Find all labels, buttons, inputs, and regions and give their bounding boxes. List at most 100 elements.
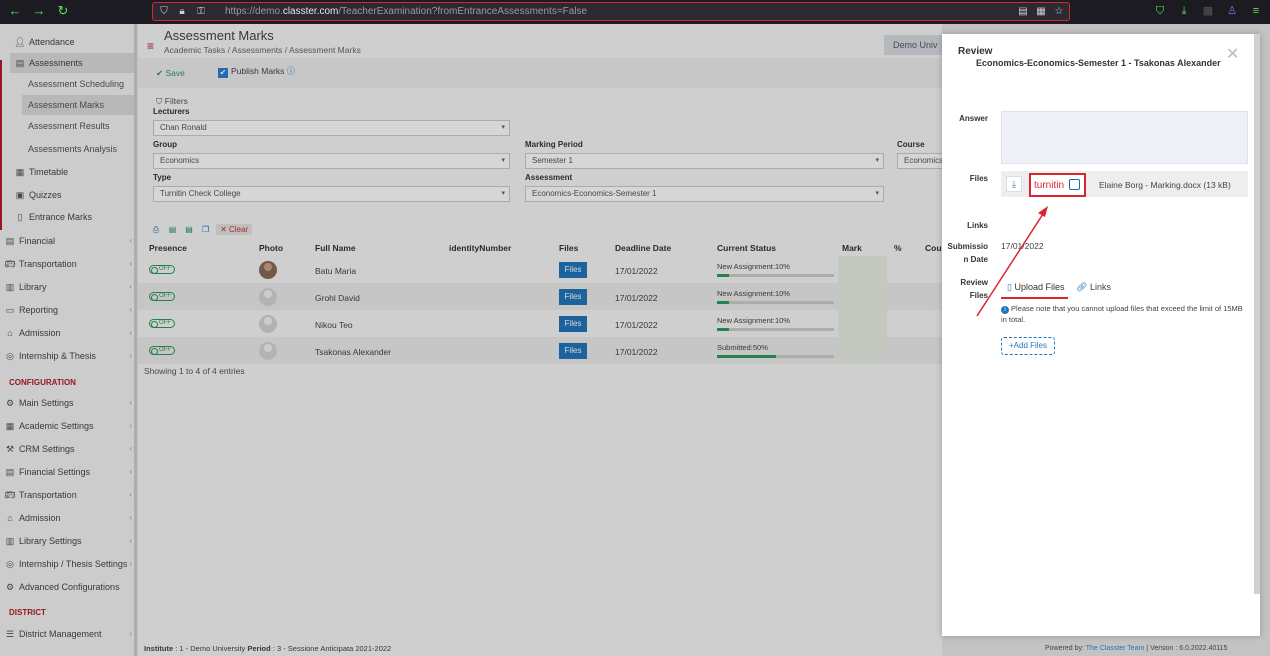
back-icon[interactable]: ←: [8, 4, 22, 18]
qr-code-icon[interactable]: ▦: [1035, 5, 1047, 18]
sidebar-item-admission[interactable]: ⌂ Admission ‹: [4, 323, 134, 343]
column-header-files[interactable]: Files: [559, 243, 578, 253]
pocket-icon[interactable]: ⛉: [1153, 4, 1167, 18]
chevron-left-icon: ‹: [129, 398, 132, 407]
add-files-button[interactable]: +Add Files: [1001, 337, 1055, 355]
internship-icon: ◎: [6, 559, 14, 569]
files-button[interactable]: Files: [559, 316, 587, 332]
files-button[interactable]: Files: [559, 289, 587, 305]
download-icon[interactable]: ⤓: [1006, 176, 1022, 192]
group-select[interactable]: Economics ▾: [153, 153, 510, 169]
presence-toggle[interactable]: OFF: [149, 265, 175, 274]
course-select[interactable]: Economics: [897, 153, 943, 169]
hamburger-menu-icon[interactable]: ≡: [147, 39, 154, 53]
tab-links-label: Links: [1089, 282, 1111, 292]
chevron-left-icon: ‹: [129, 236, 132, 245]
marking-period-select[interactable]: Semester 1 ▾: [525, 153, 884, 169]
sidebar-item-timetable[interactable]: ▦ Timetable: [14, 162, 134, 182]
sidebar-item-assessment-marks[interactable]: Assessment Marks: [22, 95, 134, 115]
sidebar-item-financial[interactable]: ▤ Financial ‹: [4, 231, 134, 251]
checkbox-checked-icon[interactable]: ✔: [218, 68, 228, 78]
sidebar-item-reporting[interactable]: ▭ Reporting ‹: [4, 300, 134, 320]
mark-cell[interactable]: [838, 337, 887, 364]
presence-toggle[interactable]: OFF: [149, 292, 175, 301]
files-button[interactable]: Files: [559, 343, 587, 359]
sidebar-item-transportation-settings[interactable]: 🚌︎ Transportation ‹: [4, 485, 134, 505]
column-header-count[interactable]: Cou: [925, 243, 942, 253]
sidebar-item-assessments[interactable]: ▤ Assessments: [10, 53, 134, 73]
table-info: Showing 1 to 4 of 4 entries: [144, 366, 245, 376]
sidebar-item-advanced-configurations[interactable]: ⚙ Advanced Configurations: [4, 577, 134, 597]
type-select[interactable]: Turnitin Check College ▾: [153, 186, 510, 202]
sidebar-item-assessments-analysis[interactable]: Assessments Analysis: [28, 139, 134, 159]
lock-icon[interactable]: 🔒︎: [176, 5, 188, 18]
institution-selector[interactable]: Demo Univ: [884, 35, 942, 55]
sidebar-item-assessment-results[interactable]: Assessment Results: [28, 116, 134, 136]
list-icon: ☰: [5, 629, 15, 639]
column-header-percent[interactable]: %: [894, 243, 902, 253]
csv-icon[interactable]: ▤: [183, 225, 195, 234]
sidebar-item-internship-thesis[interactable]: ◎ Internship & Thesis ‹: [4, 346, 134, 366]
file-name[interactable]: Elaine Borg - Marking.docx (13 kB): [1099, 180, 1231, 190]
column-header-photo[interactable]: Photo: [259, 243, 283, 253]
url-text[interactable]: https://demo.classter.com/TeacherExamina…: [225, 6, 587, 17]
address-bar[interactable]: ⛉ 🔒︎ ⚿ https://demo.classter.com/Teacher…: [152, 2, 1070, 21]
copy-icon[interactable]: ❐: [200, 225, 212, 234]
extensions-icon[interactable]: ▩: [1201, 4, 1215, 18]
turnitin-button[interactable]: turnitin: [1029, 173, 1086, 197]
mark-cell[interactable]: [838, 283, 887, 310]
presence-toggle[interactable]: OFF: [149, 346, 175, 355]
mark-cell[interactable]: [838, 310, 887, 337]
sidebar-item-financial-settings[interactable]: ▤ Financial Settings ‹: [4, 462, 134, 482]
lecturers-select[interactable]: Chan Ronald ▾: [153, 120, 510, 136]
filters-toggle[interactable]: ⛉ Filters: [156, 96, 188, 107]
close-icon[interactable]: ✕: [1226, 44, 1239, 64]
files-button[interactable]: Files: [559, 262, 587, 278]
tab-upload-files[interactable]: ▯ Upload Files: [1001, 280, 1068, 299]
sidebar-item-attendance[interactable]: 👤︎ Attendance: [14, 32, 134, 52]
sidebar-item-crm-settings[interactable]: ⚒ CRM Settings ‹: [4, 439, 134, 459]
column-header-presence[interactable]: Presence: [149, 243, 187, 253]
menu-icon[interactable]: ≡: [1249, 4, 1263, 18]
save-button[interactable]: ✔ Save: [156, 68, 185, 79]
sidebar-item-district-management[interactable]: ☰ District Management ‹: [4, 624, 134, 644]
presence-toggle[interactable]: OFF: [149, 319, 175, 328]
assessment-select[interactable]: Economics-Economics-Semester 1 ▾: [525, 186, 884, 202]
powered-team-link[interactable]: The Classter Team: [1086, 645, 1145, 652]
column-header-deadline-date[interactable]: Deadline Date: [615, 243, 671, 253]
column-header-mark[interactable]: Mark: [842, 243, 862, 253]
admission-icon: ⌂: [7, 328, 13, 338]
lecturers-label: Lecturers: [153, 107, 190, 116]
reload-icon[interactable]: ↻: [56, 4, 70, 18]
sidebar-item-library-settings[interactable]: ▥ Library Settings ‹: [4, 531, 134, 551]
mark-cell[interactable]: [838, 256, 887, 283]
sidebar-item-internship-thesis-settings[interactable]: ◎ Internship / Thesis Settings ‹: [4, 554, 134, 574]
tab-links[interactable]: 🔗︎ Links: [1076, 280, 1111, 295]
excel-icon[interactable]: ▤: [167, 225, 179, 234]
download-icon[interactable]: ⤓: [1177, 4, 1191, 18]
sidebar-item-main-settings[interactable]: ⚙ Main Settings ‹: [4, 393, 134, 413]
shield-icon[interactable]: ⛉: [158, 5, 170, 18]
sidebar-item-transportation[interactable]: 🚌︎ Transportation ‹: [4, 254, 134, 274]
sidebar-item-academic-settings[interactable]: ▦ Academic Settings ‹: [4, 416, 134, 436]
print-icon[interactable]: ⎙: [150, 225, 162, 235]
clear-button[interactable]: ✕ Clear: [216, 224, 253, 235]
add-files-label: Add Files: [1013, 341, 1048, 350]
bookmark-star-icon[interactable]: ☆: [1053, 5, 1065, 18]
sidebar-item-entrance-marks[interactable]: ▯ Entrance Marks: [14, 207, 134, 227]
account-icon[interactable]: ♙: [1225, 4, 1239, 18]
sidebar-item-quizzes[interactable]: ▣ Quizzes: [14, 185, 134, 205]
column-header-identity-number[interactable]: identityNumber: [449, 243, 511, 253]
sidebar-item-library[interactable]: ▥ Library ‹: [4, 277, 134, 297]
column-header-current-status[interactable]: Current Status: [717, 243, 776, 253]
modal-scrollbar[interactable]: [1254, 34, 1260, 594]
sidebar-item-assessment-scheduling[interactable]: Assessment Scheduling: [28, 74, 134, 94]
forward-icon[interactable]: →: [32, 4, 46, 18]
permissions-icon[interactable]: ⚿: [195, 5, 207, 18]
publish-marks-checkbox[interactable]: ✔ Publish Marks ⓘ: [218, 65, 295, 78]
breadcrumb[interactable]: Academic Tasks / Assessments / Assessmen…: [164, 45, 361, 55]
column-header-full-name[interactable]: Full Name: [315, 243, 356, 253]
avatar: [259, 342, 277, 360]
reader-view-icon[interactable]: ▤: [1017, 5, 1029, 18]
sidebar-item-admission-settings[interactable]: ⌂ Admission ‹: [4, 508, 134, 528]
